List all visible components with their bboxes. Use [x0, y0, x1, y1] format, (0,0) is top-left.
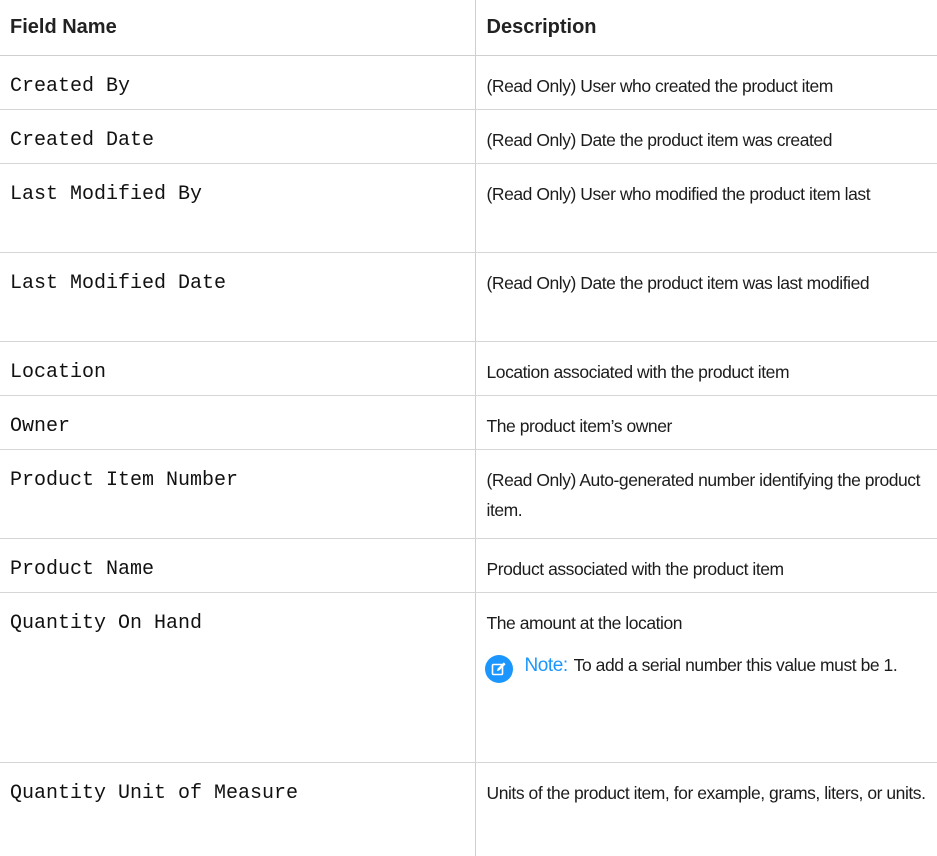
- field-reference-table-container: Field Name Description Created By (Read …: [0, 0, 937, 856]
- table-row: Created By (Read Only) User who created …: [0, 56, 937, 110]
- field-reference-table: Field Name Description Created By (Read …: [0, 0, 937, 856]
- field-name-header: Field Name: [0, 0, 475, 56]
- table-row: Quantity On Hand The amount at the locat…: [0, 593, 937, 763]
- table-row: Created Date (Read Only) Date the produc…: [0, 110, 937, 164]
- table-row: Location Location associated with the pr…: [0, 342, 937, 396]
- description-cell: (Read Only) User who created the product…: [475, 56, 937, 110]
- description-text: The amount at the location: [487, 608, 937, 638]
- description-cell: The amount at the location Note: To add a…: [475, 593, 937, 763]
- description-cell: Location associated with the product ite…: [475, 342, 937, 396]
- table-row: Last Modified By (Read Only) User who mo…: [0, 164, 937, 253]
- table-row: Last Modified Date (Read Only) Date the …: [0, 253, 937, 342]
- table-row: Owner The product item’s owner: [0, 396, 937, 450]
- note-label: Note:: [525, 655, 568, 676]
- description-cell: (Read Only) Date the product item was la…: [475, 253, 937, 342]
- field-name-cell: Created By: [0, 56, 475, 110]
- description-cell: (Read Only) User who modified the produc…: [475, 164, 937, 253]
- note-edit-icon: [485, 655, 513, 683]
- description-cell: The product item’s owner: [475, 396, 937, 450]
- field-name-cell: Quantity Unit of Measure: [0, 763, 475, 856]
- description-cell: (Read Only) Date the product item was cr…: [475, 110, 937, 164]
- note-callout: Note: To add a serial number this value m…: [487, 650, 937, 683]
- description-cell: (Read Only) Auto-generated number identi…: [475, 450, 937, 539]
- description-cell: Units of the product item, for example, …: [475, 763, 937, 856]
- field-name-cell: Location: [0, 342, 475, 396]
- table-row: Quantity Unit of Measure Units of the pr…: [0, 763, 937, 856]
- field-name-cell: Last Modified Date: [0, 253, 475, 342]
- field-name-cell: Product Item Number: [0, 450, 475, 539]
- note-text: To add a serial number this value must b…: [574, 655, 898, 675]
- table-row: Product Name Product associated with the…: [0, 539, 937, 593]
- note-body: Note: To add a serial number this value m…: [525, 650, 898, 681]
- field-name-cell: Quantity On Hand: [0, 593, 475, 763]
- field-name-cell: Created Date: [0, 110, 475, 164]
- field-name-cell: Product Name: [0, 539, 475, 593]
- description-header: Description: [475, 0, 937, 56]
- table-row: Product Item Number (Read Only) Auto-gen…: [0, 450, 937, 539]
- table-header-row: Field Name Description: [0, 0, 937, 56]
- description-cell: Product associated with the product item: [475, 539, 937, 593]
- field-name-cell: Last Modified By: [0, 164, 475, 253]
- field-name-cell: Owner: [0, 396, 475, 450]
